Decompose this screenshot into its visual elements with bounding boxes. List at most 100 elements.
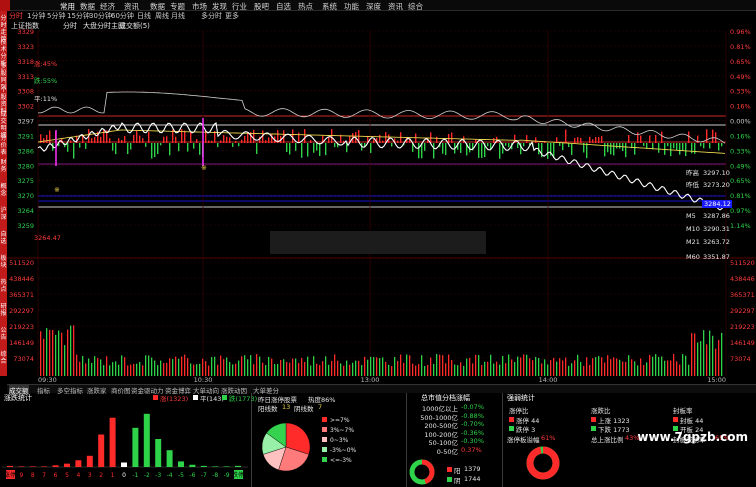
sidebar-item-5[interactable]: 分价表 (0, 135, 7, 156)
diff-bar (517, 143, 519, 149)
period-0[interactable]: 分时 (9, 11, 23, 21)
yin-swatch (447, 477, 452, 482)
diff-bar (223, 135, 225, 143)
diff-bar (79, 143, 81, 148)
sidebar-item-12[interactable]: 研报 (0, 303, 7, 317)
volume-bar (670, 360, 672, 376)
volume-bar (448, 354, 450, 376)
diff-bar (70, 140, 72, 143)
cap-row-value: -0.30% (461, 437, 484, 445)
volume-bar (184, 354, 186, 376)
volume-bar (256, 354, 258, 376)
volume-bar (238, 360, 240, 376)
period-6[interactable]: 日线 (137, 11, 151, 21)
dist-x-label: 涨停 (4, 471, 16, 479)
period-9[interactable]: 多分时 (201, 11, 222, 21)
volume-bar (628, 355, 630, 376)
cap-title: 总市值分档涨幅 (421, 394, 470, 402)
period-7[interactable]: 周线 (155, 11, 169, 21)
period-3[interactable]: 15分钟 (67, 11, 90, 21)
volume-tick-left: 219223 (9, 323, 34, 331)
dist-bar (75, 460, 82, 467)
diff-bar (94, 137, 96, 143)
yin-count: 7 (318, 403, 323, 411)
volume-bar (217, 364, 219, 376)
diff-bar (157, 143, 159, 154)
volume-bar (451, 360, 453, 376)
volume-bar (106, 356, 108, 376)
volume-bar (550, 360, 552, 376)
volume-bar (277, 364, 279, 376)
period-4[interactable]: 30分钟 (89, 11, 112, 21)
volume-label: 成交额(5) (119, 22, 150, 30)
updown-title: 涨跌统计 (4, 394, 32, 402)
volume-bar (577, 354, 579, 376)
volume-bar (388, 364, 390, 376)
heat-legend-label: 0~3% (330, 437, 349, 444)
price-tick-left: 3302 (17, 103, 34, 111)
volume-bar (493, 363, 495, 376)
price-tick-right: 0.49% (730, 162, 751, 170)
sidebar-item-7[interactable]: 概念 (0, 183, 7, 197)
ma-value: 3290.31 (703, 225, 730, 233)
zd-down-swatch (591, 426, 596, 431)
sidebar-item-14[interactable]: 综合 (0, 351, 7, 365)
volume-bar (634, 361, 636, 376)
diff-bar (580, 137, 582, 143)
volume-bar (235, 363, 237, 376)
heat-legend-swatch (322, 427, 327, 432)
volume-bar (487, 361, 489, 376)
volume-bar (601, 357, 603, 376)
diff-bar (109, 138, 111, 143)
diff-bar (49, 130, 51, 143)
sidebar-item-8[interactable]: 沪深 (0, 207, 7, 221)
volume-bar (304, 361, 306, 376)
sidebar-item-9[interactable]: 自选 (0, 231, 7, 245)
period-8[interactable]: 月线 (171, 11, 185, 21)
volume-bar (445, 363, 447, 376)
diff-bar (217, 143, 219, 148)
dist-x-label: 5 (65, 472, 69, 479)
diff-bar (634, 143, 636, 155)
period-2[interactable]: 5分钟 (47, 11, 65, 21)
diff-bar (334, 143, 336, 148)
dist-bar (212, 466, 219, 467)
diff-bar (673, 143, 675, 149)
period-10[interactable]: 更多 (225, 11, 239, 21)
period-5[interactable]: 60分钟 (111, 11, 134, 21)
volume-bar (688, 364, 690, 376)
sidebar-item-11[interactable]: 热点 (0, 279, 7, 293)
diff-bar (682, 143, 684, 151)
sidebar-item-10[interactable]: 板块 (0, 255, 7, 269)
diff-bar (193, 143, 195, 149)
volume-bar (313, 356, 315, 376)
sidebar-item-13[interactable]: 公告 (0, 327, 7, 341)
volume-bar (280, 359, 282, 376)
volume-tick-left: 511520 (9, 259, 34, 267)
volume-bar (565, 357, 567, 376)
index-line (37, 91, 726, 144)
volume-bar (55, 334, 57, 376)
sidebar-item-6[interactable]: 财务 (0, 159, 7, 173)
volume-bar (142, 365, 144, 376)
ma-value: 3263.72 (703, 238, 730, 246)
volume-bar (409, 355, 411, 376)
volume-bar (607, 355, 609, 376)
dist-bar (41, 466, 48, 467)
price-diff-bars (40, 129, 723, 159)
volume-bar (715, 348, 717, 376)
volume-bar (604, 362, 606, 376)
price-line (37, 122, 727, 211)
diff-bar (301, 143, 303, 158)
period-1[interactable]: 1分钟 (27, 11, 45, 21)
volume-bar (433, 363, 435, 376)
diff-bar (310, 140, 312, 143)
volume-bar (139, 361, 141, 376)
volume-bar (337, 360, 339, 376)
volume-bar (544, 359, 546, 376)
diff-bar (505, 143, 507, 146)
intraday-chart[interactable]: ※※ 3329 0.96%3323 0.81%3318 0.65%3313 0.49%3… (0, 0, 756, 384)
diff-bar (610, 143, 612, 155)
volume-bar (553, 357, 555, 376)
cap-row-value: -0.70% (461, 420, 484, 428)
